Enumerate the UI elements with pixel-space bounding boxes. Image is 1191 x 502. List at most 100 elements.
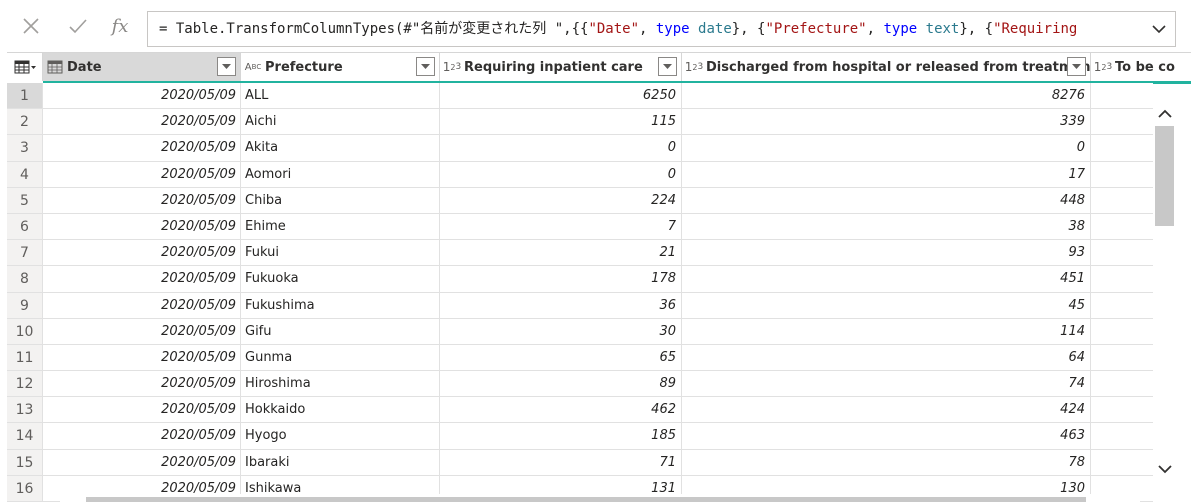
cell-date[interactable]: 2020/05/09 [43, 423, 241, 449]
cell-requiring-inpatient-care[interactable]: 36 [440, 292, 682, 318]
table-row[interactable]: 4 2020/05/09 Aomori 0 17 [7, 161, 1153, 188]
commit-formula-button[interactable] [62, 10, 94, 42]
formula-input[interactable]: = Table.TransformColumnTypes(#"名前が変更された列… [147, 11, 1176, 47]
cell-date[interactable]: 2020/05/09 [43, 135, 241, 161]
cell-date[interactable]: 2020/05/09 [43, 187, 241, 213]
cell-to-be-confirmed[interactable] [1091, 83, 1153, 108]
filter-dropdown-button[interactable] [1067, 57, 1086, 76]
cell-discharged[interactable]: 114 [682, 318, 1091, 344]
vertical-scrollbar[interactable] [1153, 101, 1177, 481]
cell-discharged[interactable]: 17 [682, 161, 1091, 187]
cell-prefecture[interactable]: Fukuoka [241, 266, 440, 292]
scroll-up-button[interactable] [1153, 101, 1177, 125]
cell-requiring-inpatient-care[interactable]: 115 [440, 109, 682, 135]
cell-discharged[interactable]: 0 [682, 135, 1091, 161]
cell-prefecture[interactable]: Aomori [241, 161, 440, 187]
table-row[interactable]: 3 2020/05/09 Akita 0 0 [7, 135, 1153, 162]
cell-date[interactable]: 2020/05/09 [43, 213, 241, 240]
filter-dropdown-button[interactable] [416, 57, 435, 76]
cell-discharged[interactable]: 45 [682, 292, 1091, 318]
table-row[interactable]: 2 2020/05/09 Aichi 115 339 [7, 109, 1153, 136]
cell-prefecture[interactable]: Fukui [241, 240, 440, 266]
cell-discharged[interactable]: 463 [682, 423, 1091, 449]
cell-discharged[interactable]: 339 [682, 109, 1091, 135]
cell-prefecture[interactable]: Hokkaido [241, 397, 440, 423]
cell-prefecture[interactable]: Akita [241, 135, 440, 161]
table-row[interactable]: 9 2020/05/09 Fukushima 36 45 [7, 292, 1153, 319]
cell-to-be-confirmed[interactable] [1091, 135, 1153, 160]
cell-to-be-confirmed[interactable] [1091, 188, 1153, 213]
cell-to-be-confirmed[interactable] [1091, 214, 1153, 239]
cell-requiring-inpatient-care[interactable]: 65 [440, 344, 682, 371]
cell-date[interactable]: 2020/05/09 [43, 161, 241, 187]
cell-discharged[interactable]: 78 [682, 449, 1091, 475]
cell-requiring-inpatient-care[interactable]: 7 [440, 213, 682, 240]
table-row[interactable]: 11 2020/05/09 Gunma 65 64 [7, 344, 1153, 372]
row-number[interactable]: 3 [7, 135, 43, 161]
cell-to-be-confirmed[interactable] [1091, 397, 1153, 422]
table-row[interactable]: 14 2020/05/09 Hyogo 185 463 [7, 423, 1153, 450]
cell-date[interactable]: 2020/05/09 [43, 292, 241, 318]
cell-requiring-inpatient-care[interactable]: 30 [440, 318, 682, 344]
table-row[interactable]: 12 2020/05/09 Hiroshima 89 74 [7, 371, 1153, 398]
cell-discharged[interactable]: 93 [682, 240, 1091, 266]
formula-text[interactable]: = Table.TransformColumnTypes(#"名前が変更された列… [159, 20, 1077, 38]
cell-to-be-confirmed[interactable] [1091, 266, 1153, 291]
cell-prefecture[interactable]: Gifu [241, 318, 440, 344]
table-row[interactable]: 15 2020/05/09 Ibaraki 71 78 [7, 449, 1153, 476]
cell-date[interactable]: 2020/05/09 [43, 240, 241, 266]
cell-date[interactable]: 2020/05/09 [43, 83, 241, 109]
cell-prefecture[interactable]: Gunma [241, 344, 440, 371]
row-number[interactable]: 15 [7, 449, 43, 475]
row-number[interactable]: 11 [7, 344, 43, 371]
cell-requiring-inpatient-care[interactable]: 178 [440, 266, 682, 292]
column-header-discharged[interactable]: 123 Discharged from hospital or released… [682, 53, 1091, 84]
cell-prefecture[interactable]: Ehime [241, 213, 440, 240]
cell-to-be-confirmed[interactable] [1091, 293, 1153, 318]
row-number[interactable]: 13 [7, 397, 43, 423]
vertical-scroll-thumb[interactable] [1155, 126, 1174, 226]
column-header-to-be-confirmed[interactable]: 123 To be co [1091, 53, 1191, 84]
row-number[interactable]: 6 [7, 213, 43, 240]
cell-to-be-confirmed[interactable] [1091, 319, 1153, 344]
cell-discharged[interactable]: 448 [682, 187, 1091, 213]
row-number[interactable]: 8 [7, 266, 43, 292]
cell-prefecture[interactable]: ALL [241, 83, 440, 109]
cell-discharged[interactable]: 8276 [682, 83, 1091, 109]
horizontal-scrollbar[interactable] [60, 494, 1140, 502]
cell-requiring-inpatient-care[interactable]: 0 [440, 161, 682, 187]
cell-date[interactable]: 2020/05/09 [43, 266, 241, 292]
cell-to-be-confirmed[interactable] [1091, 423, 1153, 448]
cell-to-be-confirmed[interactable] [1091, 240, 1153, 265]
column-header-prefecture[interactable]: ABC Prefecture [241, 53, 440, 84]
column-header-requiring-inpatient-care[interactable]: 123 Requiring inpatient care [440, 53, 682, 84]
cell-to-be-confirmed[interactable] [1091, 162, 1153, 187]
cell-discharged[interactable]: 74 [682, 371, 1091, 397]
fx-insert-function-button[interactable]: fx [104, 10, 136, 42]
row-number[interactable]: 12 [7, 371, 43, 397]
filter-dropdown-button[interactable] [658, 57, 677, 76]
filter-dropdown-button[interactable] [217, 57, 236, 76]
row-number[interactable]: 16 [7, 475, 43, 501]
cell-to-be-confirmed[interactable] [1091, 345, 1153, 370]
cell-prefecture[interactable]: Fukushima [241, 292, 440, 318]
row-number[interactable]: 5 [7, 187, 43, 213]
cell-discharged[interactable]: 38 [682, 213, 1091, 240]
row-number[interactable]: 7 [7, 240, 43, 266]
cell-to-be-confirmed[interactable] [1091, 450, 1153, 475]
table-menu-button[interactable] [7, 53, 43, 81]
cell-requiring-inpatient-care[interactable]: 185 [440, 423, 682, 449]
row-number[interactable]: 9 [7, 292, 43, 318]
cell-requiring-inpatient-care[interactable]: 71 [440, 449, 682, 475]
row-number[interactable]: 1 [7, 83, 43, 109]
horizontal-scroll-thumb[interactable] [86, 497, 1086, 502]
cell-prefecture[interactable]: Ibaraki [241, 449, 440, 475]
table-row[interactable]: 13 2020/05/09 Hokkaido 462 424 [7, 397, 1153, 424]
scroll-down-button[interactable] [1153, 457, 1177, 481]
expand-formula-button[interactable] [1143, 12, 1175, 46]
cell-discharged[interactable]: 424 [682, 397, 1091, 423]
table-row[interactable]: 1 2020/05/09 ALL 6250 8276 [7, 83, 1153, 110]
table-row[interactable]: 10 2020/05/09 Gifu 30 114 [7, 318, 1153, 345]
table-row[interactable]: 5 2020/05/09 Chiba 224 448 [7, 187, 1153, 214]
cell-date[interactable]: 2020/05/09 [43, 371, 241, 397]
